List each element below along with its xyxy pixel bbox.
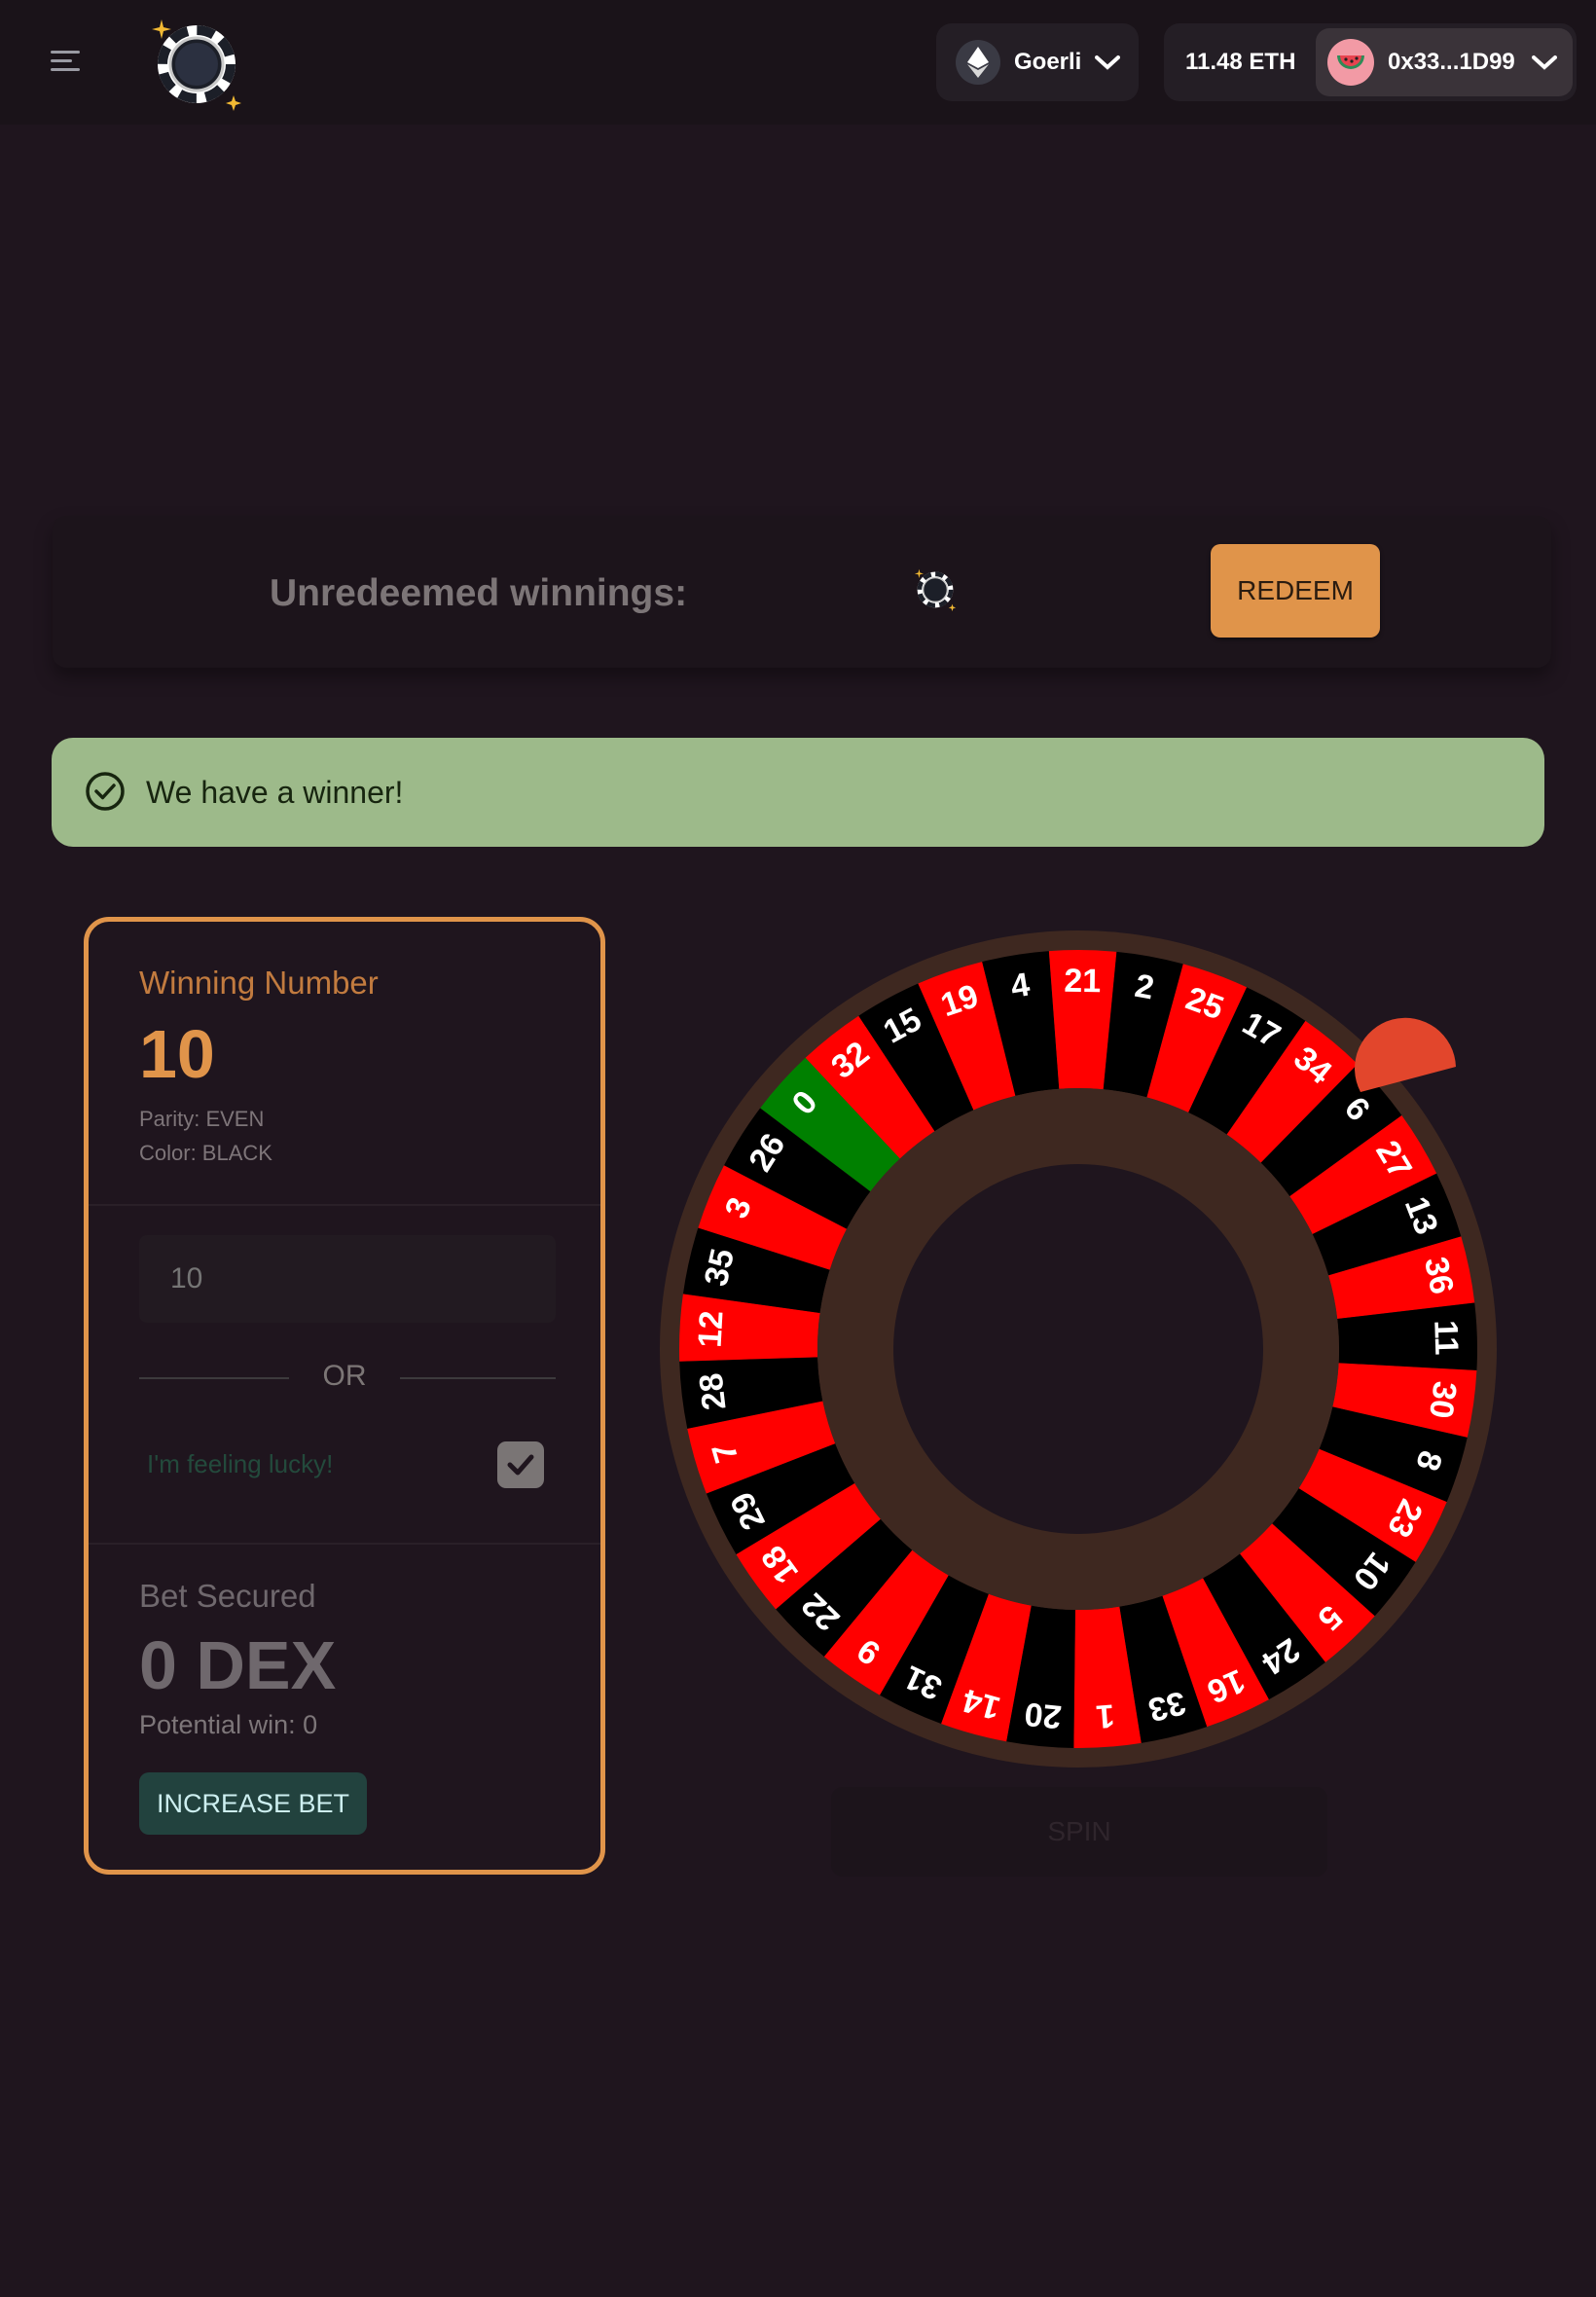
chevron-down-icon [1532,55,1557,70]
wheel-number-label: 11 [1427,1320,1465,1356]
parity-text: Parity: EVEN [139,1107,265,1131]
wheel-number-label: 1 [1095,1696,1116,1734]
check-circle-icon [86,772,125,811]
lucky-label: I'm feeling lucky! [147,1449,334,1478]
bet-panel: Winning Number 10 Parity: EVEN Color: BL… [84,917,605,1875]
checkmark-icon [507,1454,534,1476]
winnings-label: Unredeemed winnings: [270,572,688,614]
winning-number-section: Winning Number 10 Parity: EVEN Color: BL… [89,922,600,1206]
casino-chip-logo-icon[interactable] [150,14,243,111]
spin-button[interactable]: SPIN [831,1787,1327,1877]
number-choice-section: OR I'm feeling lucky! [89,1206,600,1545]
bet-secured-value: 0 DEX [139,1627,337,1703]
watermelon-avatar-icon [1327,39,1374,86]
menu-icon[interactable] [47,45,86,78]
network-label: Goerli [1014,49,1082,75]
bet-secured-label: Bet Secured [139,1578,316,1614]
wheel-pointer-icon [1355,1017,1456,1092]
or-label: OR [322,1360,367,1392]
ethereum-icon [956,40,1000,85]
chip-icon [914,568,957,611]
account-area: 11.48 ETH 0x33...1D99 [1164,23,1577,101]
wheel-number-label: 28 [692,1371,733,1412]
network-selector[interactable]: Goerli [936,23,1139,101]
balance-text: 11.48 ETH [1185,49,1296,75]
account-button[interactable]: 0x33...1D99 [1316,28,1573,96]
winner-alert: We have a winner! [52,738,1544,847]
wheel-number-label: 30 [1422,1379,1464,1421]
roulette-wheel[interactable]: 0321519 4 21 2 25173462713361130823105241633… [652,923,1508,1779]
account-address: 0x33...1D99 [1388,49,1515,75]
winning-number-label: Winning Number [139,965,379,1001]
wheel-number-label: 20 [1023,1695,1063,1735]
potential-win-text: Potential win: 0 [139,1710,318,1739]
increase-bet-button[interactable]: INCREASE BET [139,1772,367,1835]
alert-message: We have a winner! [146,775,404,810]
top-bar: Goerli 11.48 ETH 0x33...1D99 [0,0,1596,125]
wheel-number-label: 12 [692,1310,731,1349]
chevron-down-icon [1095,55,1121,70]
wheel-center [893,1164,1263,1534]
color-text: Color: BLACK [139,1141,272,1165]
winning-number-value: 10 [139,1016,215,1092]
bet-number-input[interactable] [139,1235,556,1323]
wheel-number-label: 21 [1064,963,1101,1000]
wheel-number-label: 36 [1417,1254,1461,1297]
lucky-checkbox[interactable] [497,1441,544,1488]
redeem-button[interactable]: REDEEM [1211,544,1380,638]
